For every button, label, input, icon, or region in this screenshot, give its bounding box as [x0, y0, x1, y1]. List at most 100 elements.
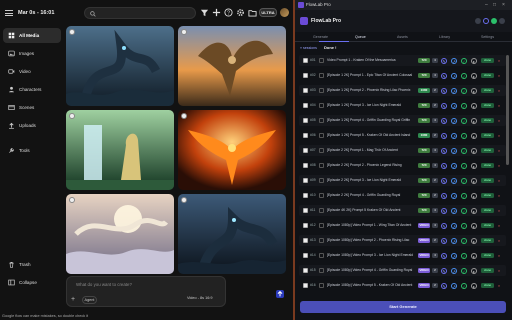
row-select-icon[interactable] — [319, 208, 324, 213]
edit-icon[interactable]: ✎ — [441, 72, 447, 79]
link-icon[interactable]: ↗ — [451, 117, 457, 124]
queue-row[interactable]: #11 [Episode 4K 2K] Prompt 5 Kraken Of Ol… — [299, 205, 506, 216]
link-icon[interactable]: ↗ — [451, 282, 457, 289]
sidebar-item-uploads[interactable]: Uploads — [3, 118, 61, 133]
menu-icon[interactable] — [5, 10, 13, 16]
sidebar-item-images[interactable]: Images — [3, 46, 61, 61]
row-checkbox[interactable] — [303, 88, 308, 93]
link-icon[interactable]: ↗ — [451, 87, 457, 94]
row-checkbox[interactable] — [303, 148, 308, 153]
edit-icon[interactable]: ✎ — [441, 237, 447, 244]
row-checkbox[interactable] — [303, 193, 308, 198]
edit-icon[interactable]: ✎ — [441, 267, 447, 274]
row-checkbox[interactable] — [303, 163, 308, 168]
sidebar-item-tools[interactable]: Tools — [3, 143, 61, 158]
edit-icon[interactable]: ✎ — [441, 117, 447, 124]
select-icon[interactable] — [181, 113, 187, 119]
queue-row[interactable]: #03 [Episode 1 2K] Prompt 2 - Phoenix Ris… — [299, 85, 506, 96]
sidebar-item-characters[interactable]: Characters — [3, 82, 61, 97]
select-icon[interactable] — [181, 29, 187, 35]
delete-icon[interactable]: × — [496, 58, 502, 64]
play-icon[interactable]: ▸ — [471, 147, 477, 154]
row-select-icon[interactable] — [319, 118, 324, 123]
edit-icon[interactable]: ✎ — [441, 102, 447, 109]
sidebar-item-all-media[interactable]: All Media — [3, 28, 61, 43]
avatar[interactable] — [280, 8, 289, 17]
row-checkbox[interactable] — [303, 73, 308, 78]
delete-icon[interactable]: × — [496, 88, 502, 94]
link-icon[interactable]: ↗ — [451, 192, 457, 199]
queue-row[interactable]: #08 [Episode 2 2K] Prompt 2 - Phoenix Leg… — [299, 160, 506, 171]
delete-icon[interactable]: × — [496, 208, 502, 214]
row-select-icon[interactable] — [319, 88, 324, 93]
edit-icon[interactable]: ✎ — [441, 132, 447, 139]
link-icon[interactable]: ↗ — [451, 72, 457, 79]
row-checkbox[interactable] — [303, 283, 308, 288]
link-icon[interactable]: ↗ — [451, 102, 457, 109]
back-link[interactable]: « sessions — [300, 46, 317, 50]
griffin-sunset-image[interactable] — [178, 26, 286, 106]
add-icon[interactable] — [212, 8, 221, 17]
edit-icon[interactable]: ✎ — [441, 87, 447, 94]
edit-icon[interactable]: ✎ — [441, 207, 447, 214]
delete-icon[interactable]: × — [496, 103, 502, 109]
select-icon[interactable] — [181, 197, 187, 203]
row-select-icon[interactable] — [319, 73, 324, 78]
link-icon[interactable]: ↗ — [451, 252, 457, 259]
delete-icon[interactable]: × — [496, 193, 502, 199]
edit-icon[interactable]: ✎ — [441, 252, 447, 259]
row-checkbox[interactable] — [303, 118, 308, 123]
link-icon[interactable]: ↗ — [451, 222, 457, 229]
link-icon[interactable]: ↗ — [451, 177, 457, 184]
delete-icon[interactable]: × — [496, 268, 502, 274]
queue-row[interactable]: #14 [Episode 1080p] Video Prompt 3 - Ice … — [299, 250, 506, 261]
row-checkbox[interactable] — [303, 58, 308, 63]
prompt-box[interactable]: What do you want to create? + Agent Vide… — [66, 276, 226, 307]
tab-settings[interactable]: Settings — [481, 35, 494, 39]
agent-button[interactable]: Agent — [82, 296, 97, 304]
row-checkbox[interactable] — [303, 133, 308, 138]
play-icon[interactable]: ▸ — [471, 57, 477, 64]
select-icon[interactable] — [69, 197, 75, 203]
sidebar-item-collapse[interactable]: Collapse — [3, 275, 61, 290]
edit-icon[interactable]: ✎ — [441, 57, 447, 64]
queue-row[interactable]: #12 [Episode 1080p] Video Prompt 1 - Wing… — [299, 220, 506, 231]
row-checkbox[interactable] — [303, 238, 308, 243]
row-checkbox[interactable] — [303, 223, 308, 228]
prompt-input[interactable]: What do you want to create? — [76, 282, 132, 287]
queue-row[interactable]: #09 [Episode 2 2K] Prompt 3 - Ice Lion Ni… — [299, 175, 506, 186]
project-title[interactable]: Mar 0s - 16:01 — [18, 10, 54, 16]
edit-icon[interactable]: ✎ — [441, 282, 447, 289]
tab-queue[interactable]: Queue — [355, 35, 366, 39]
select-icon[interactable] — [69, 113, 75, 119]
row-select-icon[interactable] — [319, 163, 324, 168]
scrollbar[interactable] — [506, 55, 509, 165]
queue-row[interactable]: #02 [Episode 1 2K] Prompt 1 - Epic Titan … — [299, 70, 506, 81]
play-icon[interactable]: ▸ — [471, 222, 477, 229]
folder-icon[interactable] — [248, 8, 257, 17]
row-checkbox[interactable] — [303, 208, 308, 213]
start-generate-button[interactable]: Start Generate — [300, 301, 506, 313]
add-media-button[interactable]: + — [71, 296, 79, 304]
sidebar-item-trash[interactable]: Trash — [3, 257, 61, 272]
link-icon[interactable]: ↗ — [451, 162, 457, 169]
queue-row[interactable]: #04 [Episode 1 2K] Prompt 3 - Ice Lion Ni… — [299, 100, 506, 111]
row-select-icon[interactable] — [319, 268, 324, 273]
play-icon[interactable]: ▸ — [471, 207, 477, 214]
delete-icon[interactable]: × — [496, 163, 502, 169]
filter-icon[interactable] — [200, 8, 209, 17]
tab-generate[interactable]: Generate — [313, 35, 328, 39]
delete-icon[interactable]: × — [496, 148, 502, 154]
sea-serpent-image[interactable] — [66, 26, 174, 106]
link-icon[interactable]: ↗ — [451, 57, 457, 64]
maximize-icon[interactable]: □ — [493, 2, 496, 8]
queue-row[interactable]: #05 [Episode 1 2K] Prompt 4 - Griffin Gua… — [299, 115, 506, 126]
queue-row[interactable]: #13 [Episode 1080p] Video Prompt 2 - Phoe… — [299, 235, 506, 246]
delete-icon[interactable]: × — [496, 238, 502, 244]
queue-row[interactable]: #06 [Episode 1 2K] Prompt 5 - Kraken Of O… — [299, 130, 506, 141]
edit-icon[interactable]: ✎ — [441, 222, 447, 229]
delete-icon[interactable]: × — [496, 178, 502, 184]
play-icon[interactable]: ▸ — [471, 72, 477, 79]
edit-icon[interactable]: ✎ — [441, 147, 447, 154]
queue-row[interactable]: #07 [Episode 2 2K] Prompt 1 - Mag Thôr Of… — [299, 145, 506, 156]
